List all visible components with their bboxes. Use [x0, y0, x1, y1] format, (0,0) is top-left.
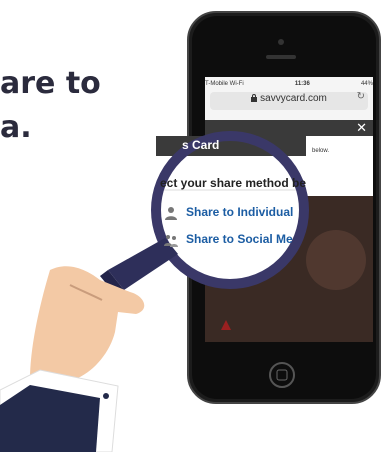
- modal-title: s Card: [182, 138, 220, 152]
- instruction-text: ect your share method be: [160, 176, 307, 190]
- people-icon: [164, 235, 178, 247]
- share-to-individual-option[interactable]: Share to Individual: [186, 205, 293, 219]
- hand-illustration: [0, 238, 178, 452]
- person-icon: [165, 207, 177, 220]
- share-to-social-option[interactable]: Share to Social Me: [186, 232, 293, 246]
